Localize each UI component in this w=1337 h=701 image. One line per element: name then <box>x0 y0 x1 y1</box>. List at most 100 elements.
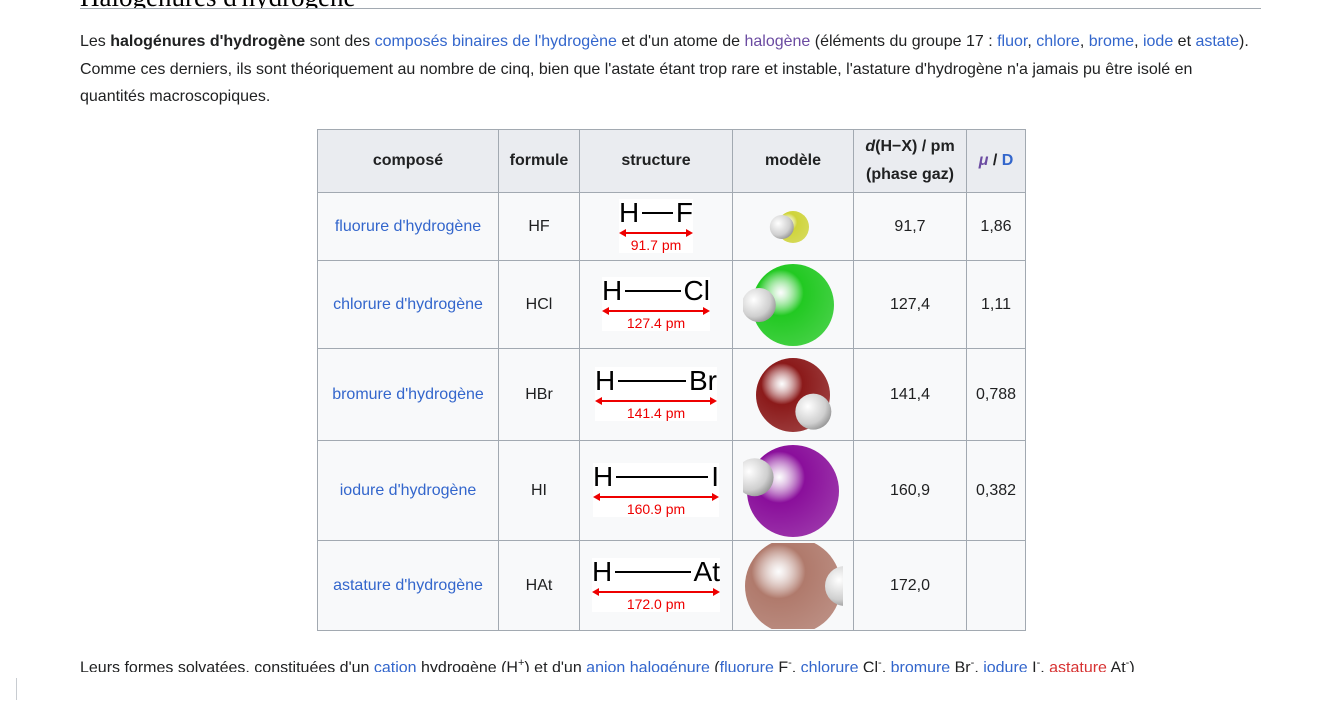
compound-link[interactable]: chlorure d'hydrogène <box>333 296 483 313</box>
bond: HI <box>593 460 719 492</box>
atom-h: H <box>619 196 640 228</box>
bond-line <box>625 289 681 292</box>
atom-h: H <box>595 364 616 396</box>
bond-length: 172.0 pm <box>626 595 686 612</box>
atom-x: Cl <box>683 274 710 306</box>
cell-dipole <box>966 540 1026 631</box>
text: ) <box>1129 659 1135 672</box>
hydrogen-atom <box>769 214 794 239</box>
text: et d'un atome de <box>616 33 745 50</box>
atom-x: At <box>693 555 720 587</box>
molecule-model <box>745 542 843 629</box>
header-structure: structure <box>579 129 733 193</box>
cell-model <box>732 440 854 541</box>
link-chlorure[interactable]: chlorure <box>801 659 859 672</box>
link-iode[interactable]: iode <box>1143 33 1173 50</box>
header-row: composé formule structure modèle d(H−X) … <box>317 129 1026 193</box>
atom-h: H <box>602 274 623 306</box>
bond: H Br <box>595 364 717 396</box>
d-line2: (phase gaz) <box>865 166 954 183</box>
link-fluor[interactable]: fluor <box>997 33 1027 50</box>
link-bromure[interactable]: bromure <box>891 659 951 672</box>
cell-formula: HBr <box>498 348 580 441</box>
compound-link[interactable]: astature d'hydrogène <box>333 577 483 594</box>
table-row: iodure d'hydrogène HI H I 160.9 pm 160,9 0,382 <box>317 440 1026 541</box>
atom-h: H <box>592 555 613 587</box>
link-astate[interactable]: astate <box>1195 33 1239 50</box>
atom-x: F <box>675 196 693 228</box>
section-heading: Halogénures d'hydrogène <box>80 0 1261 9</box>
text: , <box>791 659 801 672</box>
length-arrow <box>592 587 720 596</box>
cell-dipole: 0,382 <box>966 440 1026 541</box>
molecule-model <box>769 210 809 243</box>
cell-model <box>732 192 854 261</box>
atom-x: Br <box>689 364 717 396</box>
length-arrow <box>619 228 693 237</box>
text: ) et d'un <box>524 659 587 672</box>
link-composes-binaires[interactable]: composés binaires de l'hydrogène <box>375 33 617 50</box>
bond-line <box>618 379 686 382</box>
compound-link[interactable]: fluorure d'hydrogène <box>335 218 481 235</box>
structure-diagram: H Cl 127.4 pm <box>602 274 710 331</box>
halides-table: composé formule structure modèle d(H−X) … <box>317 129 1026 631</box>
bond: H At <box>592 555 720 587</box>
link-cation[interactable]: cation <box>374 659 417 672</box>
hydrogen-atom <box>743 287 776 322</box>
link-chlore[interactable]: chlore <box>1036 33 1080 50</box>
bold-term: halogénures d'hydrogène <box>110 33 306 50</box>
cell-model <box>732 348 854 441</box>
text: I <box>1027 659 1037 672</box>
bond: HF <box>619 196 693 228</box>
footer-paragraph: Leurs formes solvatées, constituées d'un… <box>80 650 1280 672</box>
link-debye[interactable]: D <box>1002 152 1014 169</box>
header-distance: d(H−X) / pm (phase gaz) <box>853 129 967 193</box>
cell-formula: HF <box>498 192 580 261</box>
bond: H Cl <box>602 274 710 306</box>
table-row: astature d'hydrogène H At H At 172.0 pm 172,0 <box>317 540 1026 631</box>
atom-x: I <box>711 460 719 492</box>
molecule-model <box>743 444 839 537</box>
cell-formula: HAt <box>498 540 580 631</box>
cell-dipole: 1,11 <box>966 260 1026 349</box>
cell-distance: 160,9 <box>853 440 967 541</box>
cell-dipole: 1,86 <box>966 192 1026 261</box>
text: , <box>1040 659 1050 672</box>
link-anion[interactable]: anion <box>586 659 625 672</box>
cell-model <box>732 540 854 631</box>
link-halogenure[interactable]: halogénure <box>630 659 710 672</box>
text: , <box>1027 33 1037 50</box>
compound-link[interactable]: bromure d'hydrogène <box>332 386 484 403</box>
structure-diagram: H F 91.7 pm <box>619 196 693 253</box>
text: , <box>881 659 891 672</box>
text: (éléments du groupe 17 : <box>810 33 998 50</box>
bond-length: 160.9 pm <box>626 500 686 517</box>
header-dipole: μ / D <box>966 129 1026 193</box>
text: Leurs formes solvatées, constituées d'un <box>80 659 374 672</box>
cell-compose: astature d'hydrogène <box>317 540 499 631</box>
text: Br <box>950 659 971 672</box>
length-arrow <box>593 492 719 501</box>
bond-length: 141.4 pm <box>626 404 686 421</box>
text: At <box>1106 659 1126 672</box>
cell-compose: iodure d'hydrogène <box>317 440 499 541</box>
link-halogene[interactable]: halogène <box>744 33 810 50</box>
cell-compose: fluorure d'hydrogène <box>317 192 499 261</box>
structure-diagram: H At 172.0 pm <box>592 555 720 612</box>
link-fluorure[interactable]: fluorure <box>720 659 774 672</box>
table-row: bromure d'hydrogène HBr H Br 141.4 pm 141,4 0,… <box>317 348 1026 441</box>
mu-sep: / <box>988 152 1002 169</box>
text: hydrogène (H <box>416 659 518 672</box>
bond-line <box>615 570 691 573</box>
section-heading-text: Halogénures d'hydrogène <box>80 0 356 8</box>
link-brome[interactable]: brome <box>1089 33 1134 50</box>
link-astature[interactable]: astature <box>1049 659 1107 672</box>
text: Les <box>80 33 111 50</box>
link-iodure[interactable]: iodure <box>983 659 1027 672</box>
d-rest: (H−X) / pm <box>875 138 955 155</box>
compound-link[interactable]: iodure d'hydrogène <box>340 482 477 499</box>
left-edge-marker <box>16 678 17 700</box>
link-mu[interactable]: μ <box>979 152 989 169</box>
table-row: chlorure d'hydrogène HCl H Cl 127.4 pm 127,4 1… <box>317 260 1026 349</box>
cell-compose: bromure d'hydrogène <box>317 348 499 441</box>
